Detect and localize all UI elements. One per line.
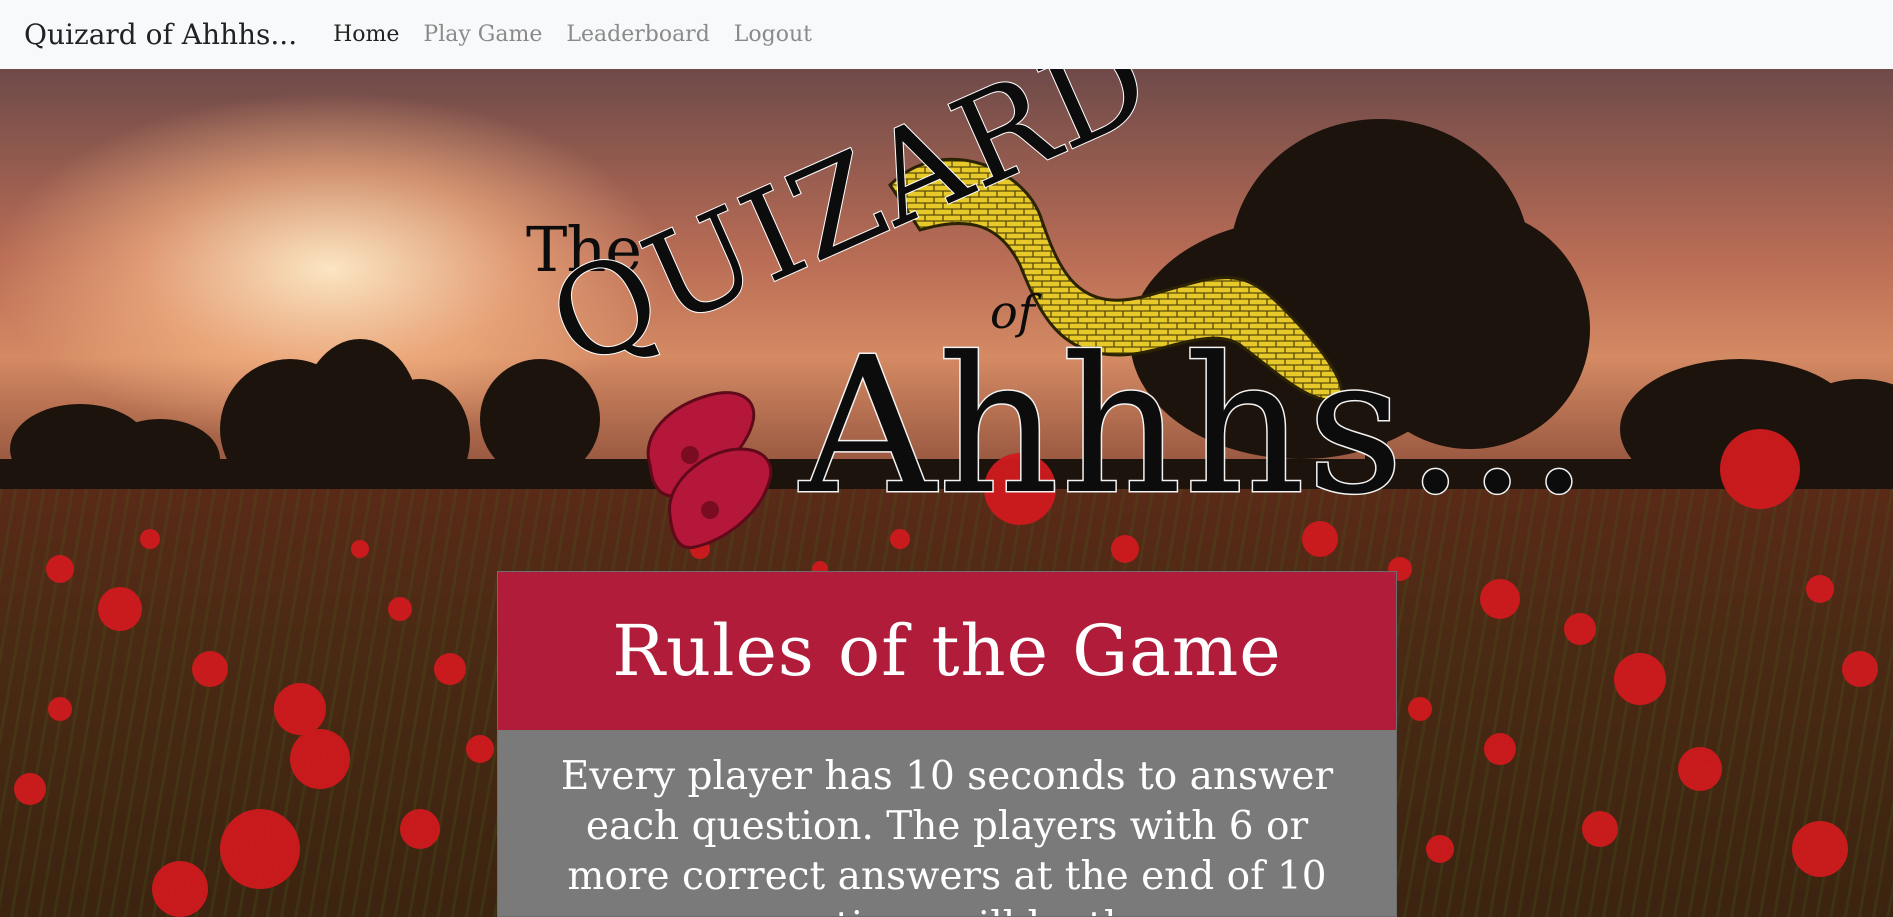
rules-title: Rules of the Game (612, 610, 1282, 692)
rules-text: Every player has 10 seconds to answer ea… (560, 754, 1334, 916)
nav-link-home[interactable]: Home (333, 22, 399, 47)
nav-link-leaderboard[interactable]: Leaderboard (566, 22, 709, 47)
ruby-slippers-icon (646, 391, 773, 550)
quizard-logo: The QUIZARD of Ahhhs... (520, 69, 1590, 605)
rules-card: Rules of the Game Every player has 10 se… (497, 571, 1397, 917)
rules-card-header: Rules of the Game (498, 572, 1396, 730)
rules-card-body: Every player has 10 seconds to answer ea… (498, 730, 1396, 916)
nav-link-play-game[interactable]: Play Game (423, 22, 542, 47)
brand-link[interactable]: Quizard of Ahhhs... (24, 18, 297, 51)
nav-link-logout[interactable]: Logout (734, 22, 812, 47)
top-navbar: Quizard of Ahhhs... Home Play Game Leade… (0, 0, 1893, 69)
